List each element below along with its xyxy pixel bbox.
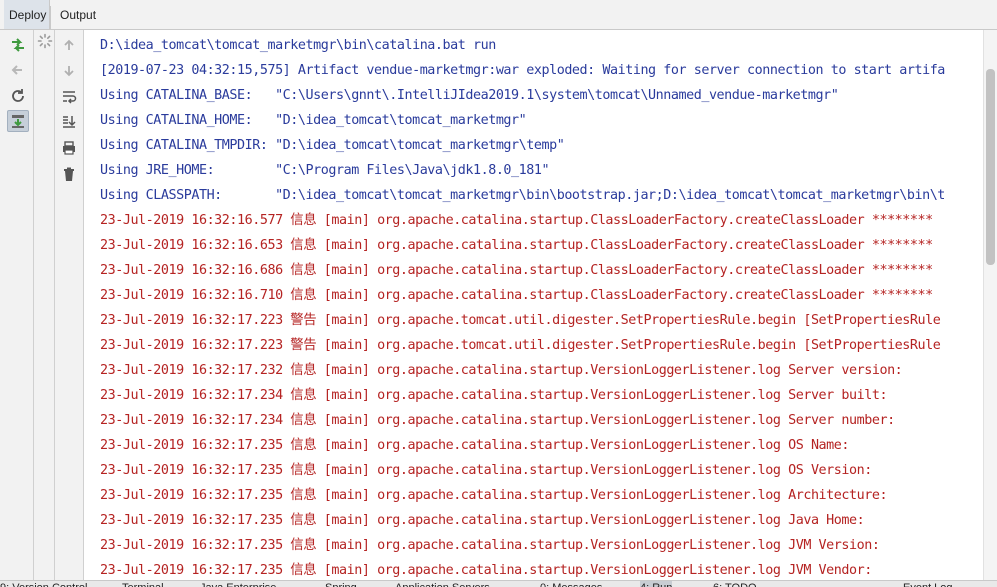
arrow-up-icon bbox=[64, 39, 74, 50]
status-column bbox=[34, 30, 55, 580]
console-line: Using CLASSPATH: "D:\idea_tomcat\tomcat_… bbox=[100, 188, 945, 203]
console-line: Using CATALINA_BASE: "C:\Users\gnnt\.Int… bbox=[100, 88, 839, 103]
bottom-tab[interactable]: 9: Version Control bbox=[0, 581, 87, 587]
bottom-tab[interactable]: Application Servers bbox=[395, 581, 490, 587]
clear-all-button[interactable] bbox=[58, 163, 80, 185]
trash-icon bbox=[64, 167, 74, 181]
bottom-tab[interactable]: 6: TODO bbox=[713, 581, 757, 587]
bottom-tab[interactable]: Spring bbox=[325, 581, 357, 587]
bottom-tool-window-bar: 9: Version Control Terminal Java Enterpris… bbox=[0, 580, 997, 587]
tab-output[interactable]: Output bbox=[55, 0, 125, 29]
loading-indicator bbox=[34, 30, 56, 52]
down-button[interactable] bbox=[58, 60, 80, 82]
vertical-scrollbar[interactable] bbox=[983, 30, 997, 580]
console-line: 23-Jul-2019 16:32:17.235 信息 [main] org.a… bbox=[100, 563, 872, 578]
console-line: 23-Jul-2019 16:32:17.235 信息 [main] org.a… bbox=[100, 488, 888, 503]
console-line: 23-Jul-2019 16:32:17.234 信息 [main] org.a… bbox=[100, 388, 888, 403]
deploy-toolbar bbox=[0, 30, 34, 580]
console-line: 23-Jul-2019 16:32:16.577 信息 [main] org.a… bbox=[100, 213, 933, 228]
bottom-tab[interactable]: Event Log bbox=[903, 581, 953, 587]
deploy-icon bbox=[12, 38, 24, 52]
console-line: 23-Jul-2019 16:32:16.686 信息 [main] org.a… bbox=[100, 263, 933, 278]
refresh-button[interactable] bbox=[7, 85, 29, 107]
console-line: 23-Jul-2019 16:32:17.223 警告 [main] org.a… bbox=[100, 338, 941, 353]
scrollbar-thumb[interactable] bbox=[986, 69, 995, 265]
console-line: Using CATALINA_HOME: "D:\idea_tomcat\tom… bbox=[100, 113, 527, 128]
console-line: [2019-07-23 04:32:15,575] Artifact vendu… bbox=[100, 63, 945, 78]
bottom-tab[interactable]: 0: Messages bbox=[540, 581, 602, 587]
console-line: 23-Jul-2019 16:32:17.232 信息 [main] org.a… bbox=[100, 363, 903, 378]
scroll-end-button[interactable] bbox=[58, 111, 80, 133]
bottom-tab[interactable]: 4: Run bbox=[640, 581, 673, 587]
bottom-tab[interactable]: Terminal bbox=[122, 581, 164, 587]
up-button[interactable] bbox=[58, 34, 80, 56]
console-line: 23-Jul-2019 16:32:17.235 信息 [main] org.a… bbox=[100, 538, 880, 553]
console-line: 23-Jul-2019 16:32:17.235 信息 [main] org.a… bbox=[100, 438, 850, 453]
refresh-icon bbox=[12, 89, 24, 102]
console-output[interactable]: D:\idea_tomcat\tomcat_marketmgr\bin\cata… bbox=[85, 30, 983, 580]
bottom-tab[interactable]: Java Enterprise bbox=[200, 581, 276, 587]
tool-window-header: Deploy Output bbox=[0, 0, 997, 30]
console-line: 23-Jul-2019 16:32:16.710 信息 [main] org.a… bbox=[100, 288, 933, 303]
deploy-button[interactable] bbox=[7, 34, 29, 56]
console-line: 23-Jul-2019 16:32:17.235 信息 [main] org.a… bbox=[100, 463, 872, 478]
output-toolbar bbox=[55, 30, 84, 580]
console-line: 23-Jul-2019 16:32:17.223 警告 [main] org.a… bbox=[100, 313, 941, 328]
print-button[interactable] bbox=[58, 137, 80, 159]
scroll-end-icon bbox=[63, 116, 76, 128]
scroll-to-end-icon bbox=[12, 115, 24, 128]
console-line: Using JRE_HOME: "C:\Program Files\Java\j… bbox=[100, 163, 550, 178]
console-line: 23-Jul-2019 16:32:17.234 信息 [main] org.a… bbox=[100, 413, 895, 428]
console-line: D:\idea_tomcat\tomcat_marketmgr\bin\cata… bbox=[100, 38, 496, 53]
spinner-icon bbox=[37, 33, 53, 49]
scroll-to-end-button[interactable] bbox=[7, 110, 29, 132]
undeploy-button[interactable] bbox=[7, 59, 29, 81]
undeploy-icon bbox=[11, 65, 22, 75]
console-line: 23-Jul-2019 16:32:16.653 信息 [main] org.a… bbox=[100, 238, 933, 253]
print-icon bbox=[63, 141, 75, 155]
tab-divider bbox=[50, 6, 51, 30]
tab-output-label: Output bbox=[60, 8, 97, 22]
console-line: Using CATALINA_TMPDIR: "D:\idea_tomcat\t… bbox=[100, 138, 565, 153]
arrow-down-icon bbox=[64, 66, 74, 77]
soft-wrap-button[interactable] bbox=[58, 86, 80, 108]
console-line: 23-Jul-2019 16:32:17.235 信息 [main] org.a… bbox=[100, 513, 865, 528]
tab-deploy[interactable]: Deploy bbox=[4, 0, 50, 29]
tab-deploy-label: Deploy bbox=[9, 8, 47, 22]
soft-wrap-icon bbox=[63, 91, 77, 104]
